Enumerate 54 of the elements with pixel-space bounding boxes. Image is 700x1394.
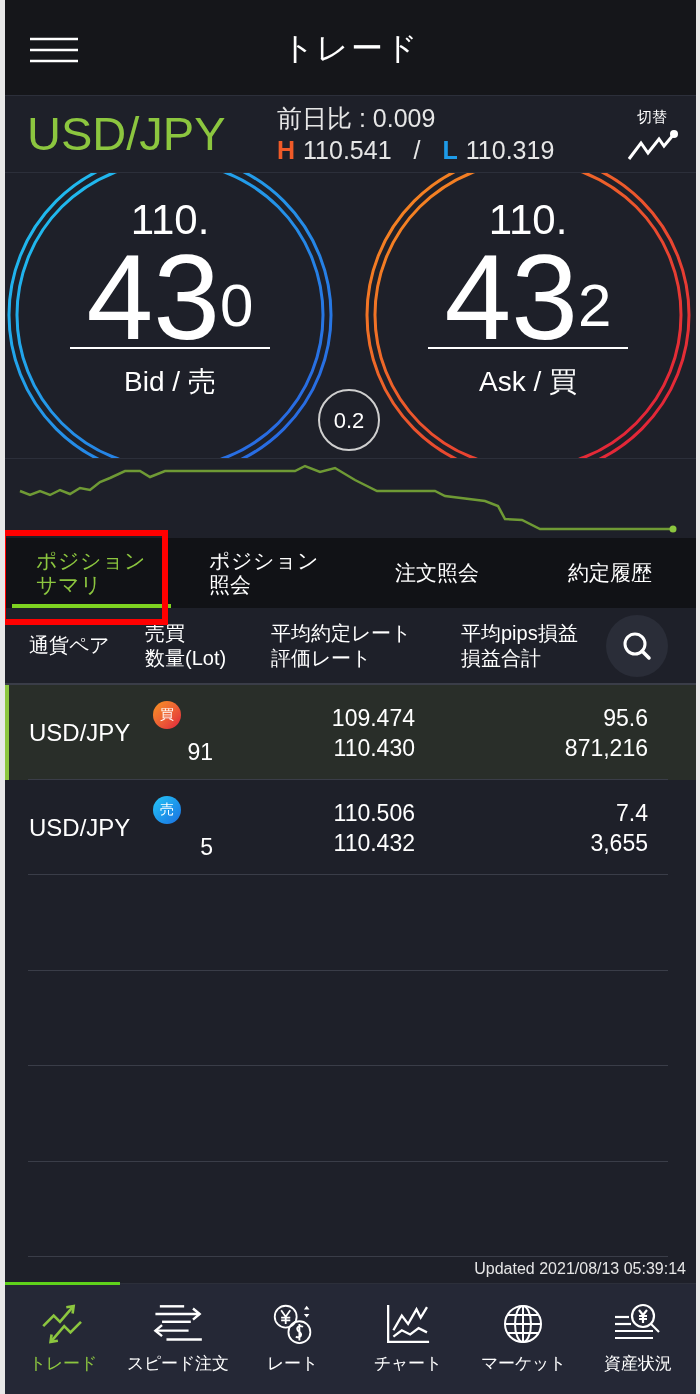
price-label: Bid / 売 <box>124 365 216 399</box>
table-cell: 91 <box>187 738 213 765</box>
table-row[interactable]: USD/JPY 売 5 110.506 110.432 7.4 3,655 <box>5 780 696 875</box>
tab[interactable]: ポジション 照会 <box>177 538 351 608</box>
high-mark: H <box>277 135 296 166</box>
side-badge: 買 <box>153 700 181 729</box>
price-head: 110. <box>130 197 210 243</box>
price-tail: 0 <box>220 277 254 335</box>
low-mark: L <box>442 135 458 166</box>
nav-tab[interactable]: チャート <box>350 1284 466 1394</box>
updated-text: Updated 2021/08/13 05:39:14 <box>474 1259 686 1279</box>
table-row[interactable]: USD/JPY 買 91 109.474 110.430 95.6 871,216 <box>5 685 696 780</box>
nav-tab[interactable]: マーケット <box>465 1284 581 1394</box>
table-cell-text: 110.430 <box>333 733 415 763</box>
price-main: 43 <box>444 247 579 347</box>
switch-button[interactable]: 切替 <box>626 105 678 163</box>
tab[interactable]: 約定履歴 <box>523 538 696 608</box>
price-tail: 2 <box>578 277 612 335</box>
side-badge: 売 <box>153 795 181 824</box>
table-cell-text: 7.4 <box>616 798 648 828</box>
menu-icon[interactable] <box>30 37 78 63</box>
column-header: 平均pips損益 損益合計 <box>461 620 579 671</box>
table-cell: 5 <box>200 833 213 860</box>
tab[interactable]: ポジション サマリ <box>5 538 178 608</box>
high-value: 110.541 <box>303 135 392 166</box>
nav-tab[interactable]: レート <box>235 1284 351 1394</box>
window-title: トレード <box>281 28 420 68</box>
low-value: 110.319 <box>465 135 555 166</box>
separator-text: / <box>413 135 421 166</box>
change-text: 前日比 : 0.009 <box>277 103 437 134</box>
table-cell-text: USD/JPY <box>28 812 132 843</box>
table-cell-text: 110.506 <box>333 798 415 828</box>
table-cell-text: USD/JPY <box>28 717 132 748</box>
table-cell-text: 3,655 <box>590 828 648 858</box>
price-label: Ask / 買 <box>479 365 577 399</box>
globe-icon <box>502 1302 545 1345</box>
line-chart-icon <box>385 1302 432 1345</box>
search-icon[interactable] <box>606 614 668 677</box>
table-cell-text: 109.474 <box>331 703 415 733</box>
price-head: 110. <box>488 197 568 243</box>
column-header: 平均約定レート 評価レート <box>271 620 412 671</box>
price-main: 43 <box>86 247 221 347</box>
nav-tab[interactable]: スピード注文 <box>120 1284 236 1394</box>
tab[interactable]: 注文照会 <box>350 538 524 608</box>
nav-tab[interactable]: 資産状況 <box>580 1284 696 1394</box>
column-header: 通貨ペア <box>29 633 110 658</box>
table-cell-text: 871,216 <box>564 733 648 763</box>
currency-pair: USD/JPY <box>27 105 227 162</box>
currency-coins-icon <box>271 1302 314 1345</box>
table-cell-text: 95.6 <box>603 703 648 733</box>
nav-tab[interactable]: トレード <box>5 1284 121 1394</box>
column-header: 売買 数量(Lot) <box>145 620 228 671</box>
table-cell-text: 110.432 <box>333 828 415 858</box>
spread-badge: 0.2 <box>318 389 380 451</box>
